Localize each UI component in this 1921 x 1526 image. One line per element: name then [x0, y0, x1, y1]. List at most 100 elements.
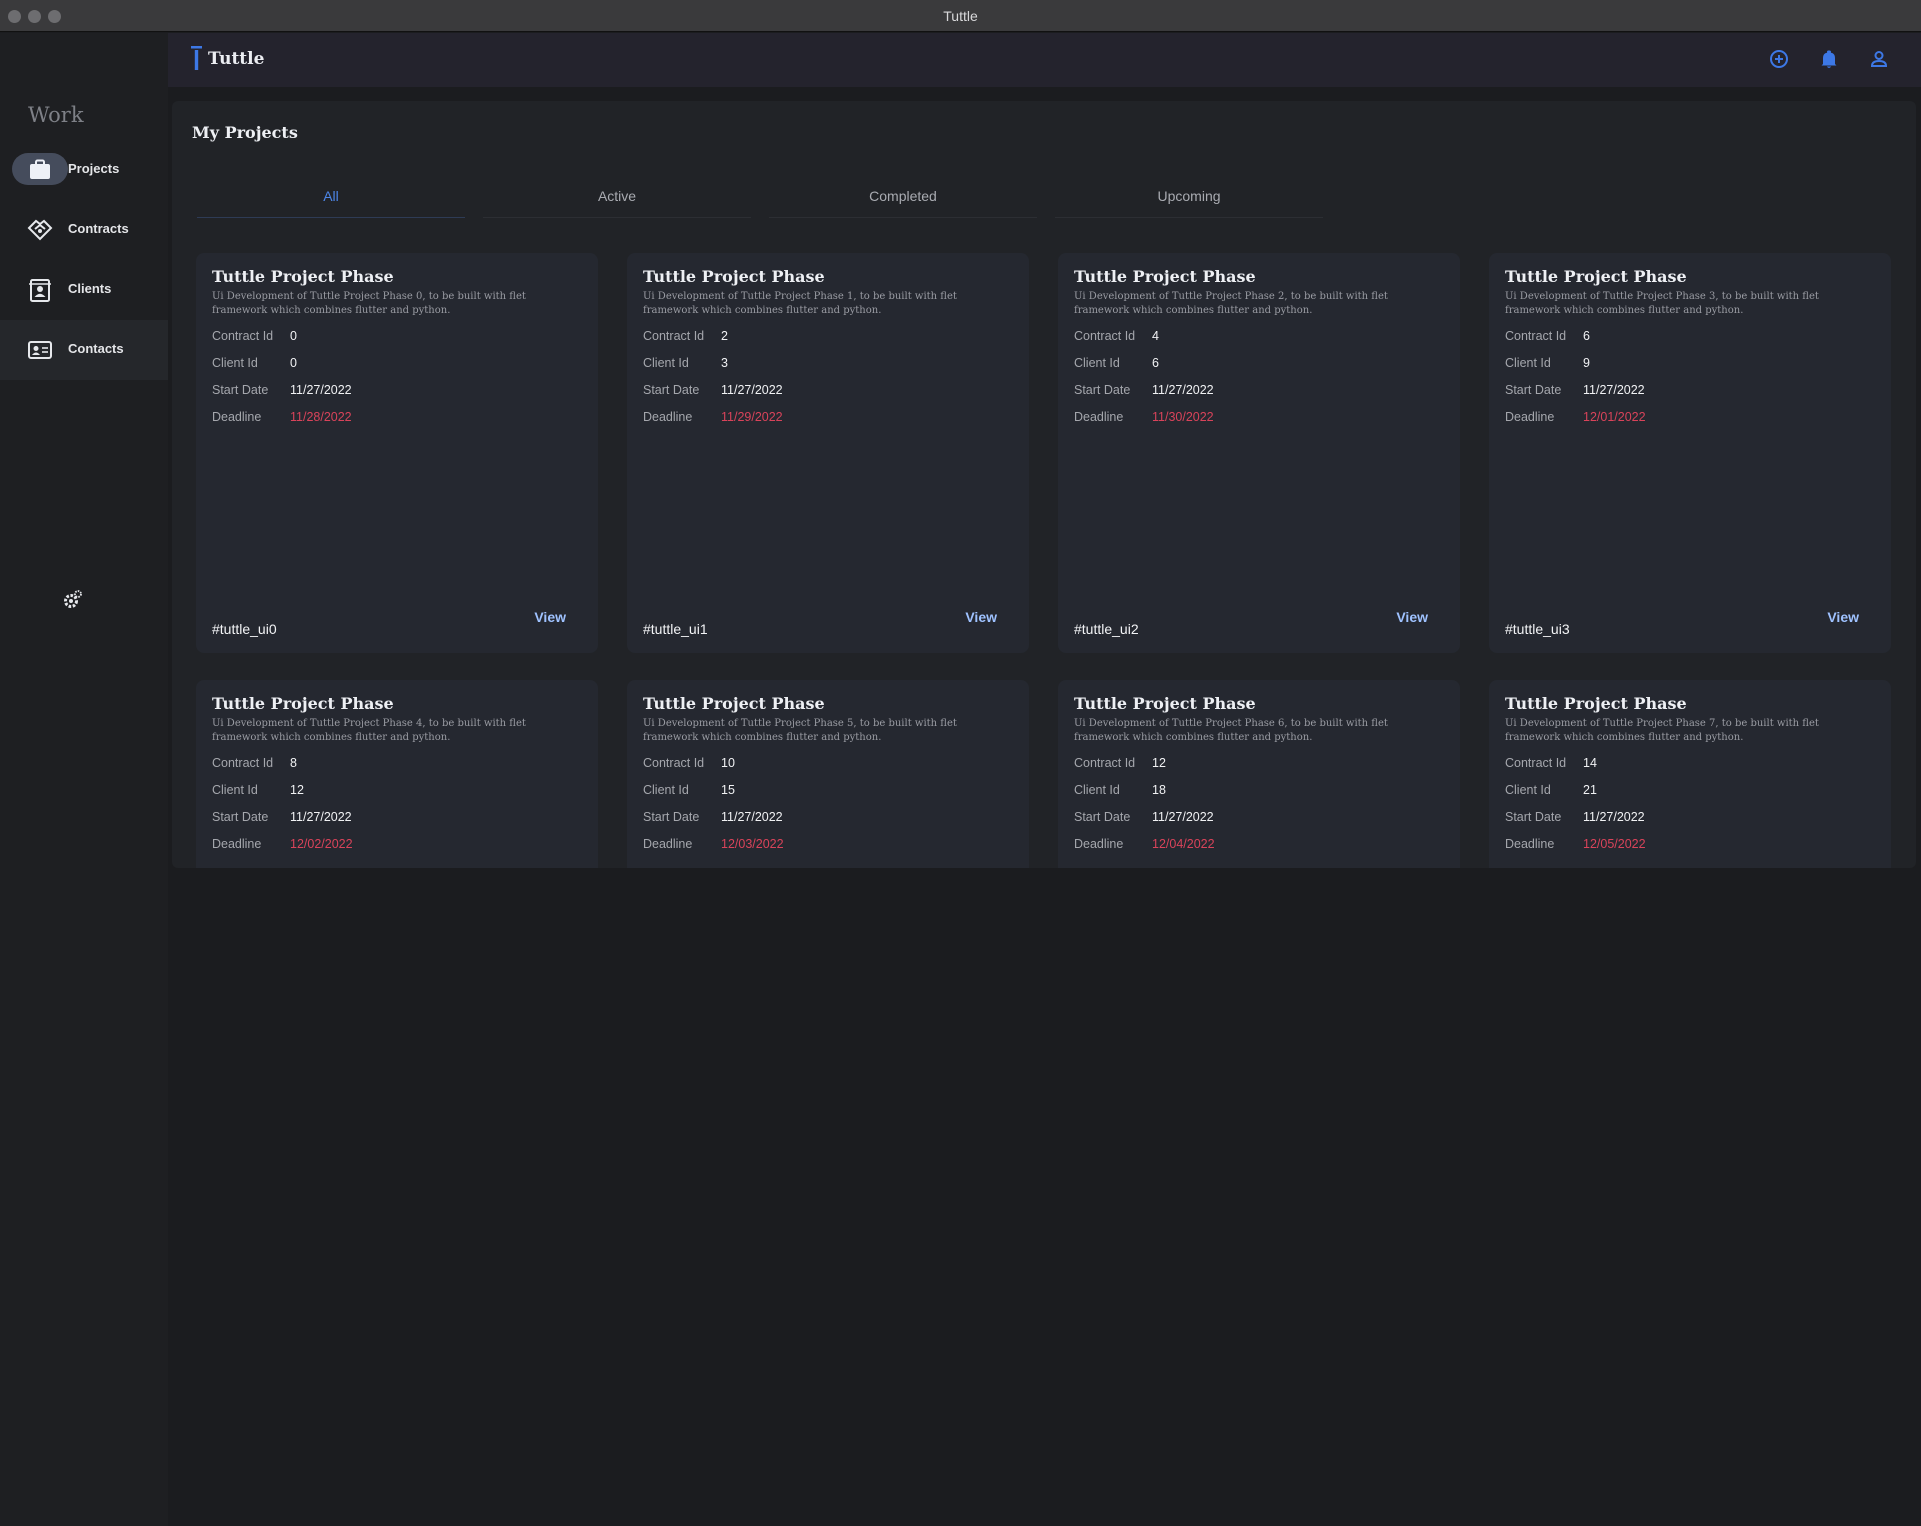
sidebar-item-clients[interactable]: Clients — [0, 260, 168, 320]
project-description: Ui Development of Tuttle Project Phase 3… — [1505, 291, 1819, 316]
field-label: Deadline — [643, 837, 693, 851]
field-value: 11/27/2022 — [1583, 810, 1645, 824]
project-description: Ui Development of Tuttle Project Phase 5… — [643, 718, 957, 743]
window-title: Tuttle — [943, 8, 978, 24]
field-label: Client Id — [1505, 356, 1551, 370]
field-label: Client Id — [1074, 783, 1120, 797]
field-value: 0 — [290, 356, 297, 370]
field-label: Contract Id — [212, 756, 274, 770]
field-label: Deadline — [212, 837, 262, 851]
field-label: Start Date — [643, 810, 700, 824]
field-value: 6 — [1152, 356, 1159, 370]
page-title: My Projects — [192, 123, 298, 142]
sidebar-item-projects[interactable]: Projects — [0, 140, 168, 200]
app-title: Tuttle — [208, 49, 265, 69]
project-card: Tuttle Project Phase Ui Development of T… — [1058, 253, 1460, 653]
project-title: Tuttle Project Phase — [212, 267, 394, 286]
field-label: Deadline — [1505, 837, 1555, 851]
project-tag: #tuttle_ui2 — [1074, 621, 1139, 637]
tab-upcoming[interactable]: Upcoming — [1055, 178, 1323, 218]
project-tag: #tuttle_ui3 — [1505, 621, 1570, 637]
briefcase-icon — [26, 156, 54, 184]
field-value: 10 — [721, 756, 735, 770]
top-app-bar: Tuttle — [168, 33, 1921, 87]
project-card: Tuttle Project Phase Ui Development of T… — [627, 680, 1029, 868]
field-value: 11/27/2022 — [1152, 810, 1214, 824]
view-button[interactable]: View — [518, 603, 582, 633]
project-title: Tuttle Project Phase — [212, 694, 394, 713]
tab-all[interactable]: All — [197, 178, 465, 218]
field-label: Contract Id — [1074, 756, 1136, 770]
contact-card-icon — [26, 336, 54, 364]
field-value: 11/27/2022 — [1152, 383, 1214, 397]
sidebar-item-label: Clients — [68, 281, 112, 296]
field-value: 11/27/2022 — [290, 810, 352, 824]
gear-icon[interactable] — [60, 588, 84, 612]
sidebar-item-contacts[interactable]: Contacts — [0, 320, 168, 380]
add-circle-icon[interactable] — [1767, 47, 1791, 71]
project-card: Tuttle Project Phase Ui Development of T… — [1058, 680, 1460, 868]
field-label: Deadline — [1074, 837, 1124, 851]
field-label: Start Date — [1505, 383, 1562, 397]
field-label: Client Id — [212, 356, 258, 370]
bell-icon[interactable] — [1817, 47, 1841, 71]
project-title: Tuttle Project Phase — [1074, 267, 1256, 286]
project-title: Tuttle Project Phase — [1074, 694, 1256, 713]
project-card: Tuttle Project Phase Ui Development of T… — [196, 253, 598, 653]
field-label: Client Id — [643, 783, 689, 797]
tab-completed[interactable]: Completed — [769, 178, 1037, 218]
field-label: Deadline — [643, 410, 693, 424]
sidebar-item-label: Projects — [68, 161, 120, 176]
project-card: Tuttle Project Phase Ui Development of T… — [627, 253, 1029, 653]
deadline-value: 12/05/2022 — [1583, 837, 1646, 851]
field-label: Start Date — [212, 383, 269, 397]
deadline-value: 11/28/2022 — [290, 410, 352, 424]
field-value: 15 — [721, 783, 735, 797]
field-value: 4 — [1152, 329, 1159, 343]
project-description: Ui Development of Tuttle Project Phase 1… — [643, 291, 957, 316]
deadline-value: 12/01/2022 — [1583, 410, 1646, 424]
project-description: Ui Development of Tuttle Project Phase 4… — [212, 718, 526, 743]
field-label: Client Id — [1074, 356, 1120, 370]
field-value: 9 — [1583, 356, 1590, 370]
deadline-value: 11/30/2022 — [1152, 410, 1214, 424]
project-card: Tuttle Project Phase Ui Development of T… — [1489, 253, 1891, 653]
field-value: 21 — [1583, 783, 1597, 797]
project-title: Tuttle Project Phase — [1505, 694, 1687, 713]
sidebar-section-title: Work — [28, 103, 84, 127]
field-label: Contract Id — [1505, 756, 1567, 770]
field-label: Start Date — [1505, 810, 1562, 824]
view-button[interactable]: View — [949, 603, 1013, 633]
field-value: 11/27/2022 — [290, 383, 352, 397]
field-label: Client Id — [643, 356, 689, 370]
field-value: 18 — [1152, 783, 1166, 797]
field-value: 8 — [290, 756, 297, 770]
tab-active[interactable]: Active — [483, 178, 751, 218]
project-description: Ui Development of Tuttle Project Phase 7… — [1505, 718, 1819, 743]
sidebar-item-contracts[interactable]: Contracts — [0, 200, 168, 260]
person-icon[interactable] — [1867, 47, 1891, 71]
field-value: 12 — [1152, 756, 1166, 770]
field-value: 11/27/2022 — [721, 383, 783, 397]
project-description: Ui Development of Tuttle Project Phase 2… — [1074, 291, 1388, 316]
field-label: Contract Id — [212, 329, 274, 343]
field-value: 3 — [721, 356, 728, 370]
field-value: 11/27/2022 — [721, 810, 783, 824]
view-button[interactable]: View — [1380, 603, 1444, 633]
field-label: Contract Id — [643, 756, 705, 770]
window-titlebar: Tuttle — [0, 0, 1921, 32]
field-label: Deadline — [1074, 410, 1124, 424]
field-label: Deadline — [1505, 410, 1555, 424]
view-button[interactable]: View — [1811, 603, 1875, 633]
field-value: 6 — [1583, 329, 1590, 343]
field-label: Contract Id — [1074, 329, 1136, 343]
project-card: Tuttle Project Phase Ui Development of T… — [1489, 680, 1891, 868]
field-label: Start Date — [1074, 810, 1131, 824]
project-title: Tuttle Project Phase — [643, 267, 825, 286]
contact-book-icon — [26, 276, 54, 304]
projects-panel: My Projects All Active Completed Upcomin… — [172, 101, 1916, 868]
field-value: 11/27/2022 — [1583, 383, 1645, 397]
field-label: Client Id — [1505, 783, 1551, 797]
field-value: 0 — [290, 329, 297, 343]
field-label: Start Date — [212, 810, 269, 824]
